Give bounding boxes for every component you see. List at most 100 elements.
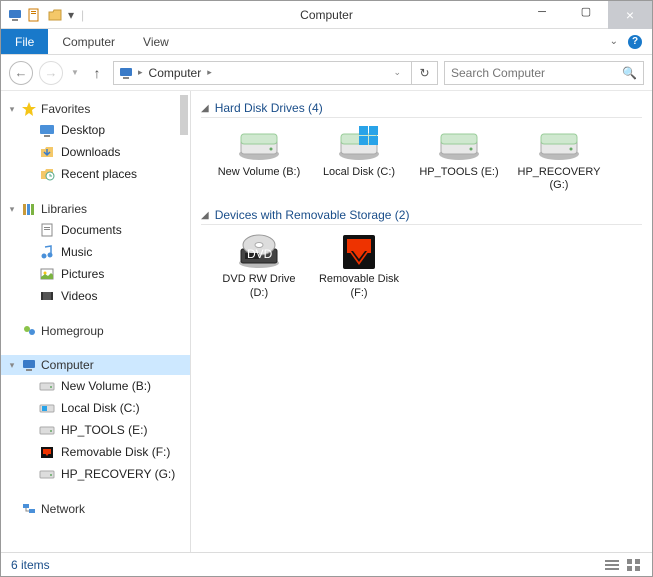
collapse-icon[interactable]: ▾ [7,104,17,115]
history-dropdown-icon[interactable]: ▼ [69,68,81,77]
tree-item-drive-f[interactable]: Removable Disk (F:) [1,441,190,463]
search-box[interactable]: 🔍 [444,61,644,85]
ribbon-collapse-icon[interactable]: ⌄ [610,36,618,47]
drive-item-g[interactable]: HP_RECOVERY (G:) [517,124,601,192]
quick-access-toolbar: ▾ | [1,7,86,23]
removable-drive-icon [335,231,383,271]
help-icon[interactable]: ? [628,35,642,49]
tree-header-homegroup[interactable]: Homegroup [1,321,190,341]
collapse-icon[interactable]: ▾ [7,360,17,371]
drive-icon [39,378,55,394]
tree-group-favorites: ▾ Favorites Desktop Downloads Recent pla… [1,99,190,185]
tree-group-computer: ▾ Computer New Volume (B:) Local Disk (C… [1,355,190,485]
qat-dropdown-icon[interactable]: ▾ [67,7,75,23]
dvd-drive-icon: DVD [235,231,283,271]
breadcrumb-separator-icon[interactable]: ▸ [207,67,212,78]
window-title: Computer [300,8,353,22]
tree-item-label: HP_RECOVERY (G:) [61,467,175,481]
search-icon: 🔍 [622,66,637,80]
tab-view[interactable]: View [129,29,183,54]
close-button[interactable]: × [608,1,652,29]
tree-header-favorites[interactable]: ▾ Favorites [1,99,190,119]
tab-computer[interactable]: Computer [48,29,129,54]
tree-header-computer[interactable]: ▾ Computer [1,355,190,375]
tree-header-libraries[interactable]: ▾ Libraries [1,199,190,219]
homegroup-icon [21,323,37,339]
removable-grid: DVD DVD RW Drive (D:) Removable Disk (F:… [201,231,642,299]
section-header-hdd[interactable]: ◢ Hard Disk Drives (4) [201,101,642,118]
breadcrumb-separator-icon[interactable]: ▸ [138,67,143,78]
tree-label: Network [41,502,85,516]
tree-item-label: Music [61,245,92,259]
star-icon [21,101,37,117]
tree-item-label: HP_TOOLS (E:) [61,423,147,437]
tree-item-drive-g[interactable]: HP_RECOVERY (G:) [1,463,190,485]
tree-item-documents[interactable]: Documents [1,219,190,241]
drive-item-b[interactable]: New Volume (B:) [217,124,301,192]
content-pane: ◢ Hard Disk Drives (4) New Volume (B:) L… [191,91,652,552]
tree-item-drive-b[interactable]: New Volume (B:) [1,375,190,397]
hard-drive-windows-icon [335,124,383,164]
tree-item-downloads[interactable]: Downloads [1,141,190,163]
back-button[interactable]: ← [9,61,33,85]
new-folder-icon[interactable] [47,7,63,23]
tree-header-network[interactable]: Network [1,499,190,519]
drive-item-c[interactable]: Local Disk (C:) [317,124,401,192]
tree-item-videos[interactable]: Videos [1,285,190,307]
up-button[interactable]: ↑ [87,63,107,83]
breadcrumb-item[interactable]: Computer [147,66,204,80]
drive-item-d[interactable]: DVD DVD RW Drive (D:) [217,231,301,299]
drive-item-e[interactable]: HP_TOOLS (E:) [417,124,501,192]
pictures-icon [39,266,55,282]
desktop-icon [39,122,55,138]
tree-label: Libraries [41,202,87,216]
minimize-button[interactable]: ─ [520,1,564,23]
section-header-removable[interactable]: ◢ Devices with Removable Storage (2) [201,208,642,225]
tree-item-label: Desktop [61,123,105,137]
qat-separator: | [81,8,84,22]
collapse-icon[interactable]: ▾ [7,204,17,215]
drive-windows-icon [39,400,55,416]
collapse-icon[interactable]: ◢ [201,103,209,114]
forward-button[interactable]: → [39,61,63,85]
hard-drive-icon [235,124,283,164]
window-controls: ─ ▢ × [520,1,652,29]
hdd-grid: New Volume (B:) Local Disk (C:) HP_TOOLS… [201,124,642,192]
title-bar: ▾ | Computer ─ ▢ × [1,1,652,29]
tree-item-recent[interactable]: Recent places [1,163,190,185]
computer-icon[interactable] [7,7,23,23]
tree-item-label: Videos [61,289,97,303]
address-dropdown-icon[interactable]: ⌄ [387,67,407,78]
removable-drive-icon [39,444,55,460]
tree-group-libraries: ▾ Libraries Documents Music Pictures Vid… [1,199,190,307]
tree-item-label: New Volume (B:) [61,379,151,393]
properties-icon[interactable] [27,7,43,23]
address-bar[interactable]: ▸ Computer ▸ ⌄ [113,61,412,85]
svg-text:DVD: DVD [247,247,273,261]
drive-label: Removable Disk (F:) [317,273,401,299]
collapse-icon[interactable]: ◢ [201,210,209,221]
maximize-button[interactable]: ▢ [564,1,608,23]
status-bar: 6 items [1,552,652,576]
tree-item-label: Recent places [61,167,137,181]
view-switcher [604,558,642,572]
drive-label: New Volume (B:) [218,166,301,179]
tree-item-music[interactable]: Music [1,241,190,263]
tab-file[interactable]: File [1,29,48,54]
tree-item-drive-e[interactable]: HP_TOOLS (E:) [1,419,190,441]
search-input[interactable] [451,66,637,80]
tree-item-label: Downloads [61,145,120,159]
tree-item-drive-c[interactable]: Local Disk (C:) [1,397,190,419]
tree-label: Favorites [41,102,90,116]
tree-item-desktop[interactable]: Desktop [1,119,190,141]
section-title: Devices with Removable Storage (2) [215,208,410,222]
details-view-icon[interactable] [604,558,620,572]
tree-label: Computer [41,358,94,372]
libraries-icon [21,201,37,217]
navigation-pane: ▾ Favorites Desktop Downloads Recent pla… [1,91,191,552]
icons-view-icon[interactable] [626,558,642,572]
drive-item-f[interactable]: Removable Disk (F:) [317,231,401,299]
tree-item-pictures[interactable]: Pictures [1,263,190,285]
computer-icon [118,65,134,81]
refresh-button[interactable]: ↻ [412,61,438,85]
